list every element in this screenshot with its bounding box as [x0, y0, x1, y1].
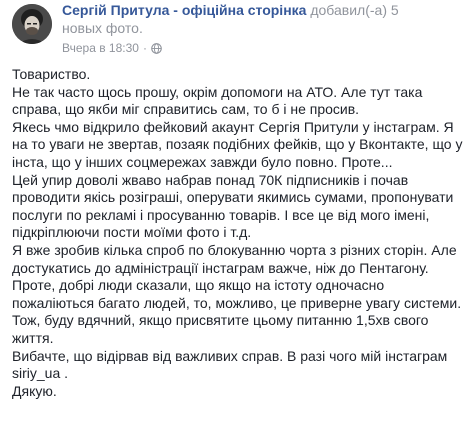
meta-separator: · — [142, 41, 147, 55]
post-body-line: достукатись до адміністрації інстаграм в… — [12, 259, 429, 276]
post-body-line: Товариство. — [12, 66, 91, 82]
post-body-line: справа, що якби міг справитись сам, то б… — [12, 101, 360, 118]
post-body-line: Якесь чмо відкрило фейковий акаунт Сергі… — [12, 118, 454, 135]
author-avatar[interactable] — [12, 4, 52, 44]
post-body-line: siriy_ua . — [12, 365, 69, 382]
post-header: Сергій Притула - офіційна сторінка добав… — [62, 1, 467, 37]
post-meta: Вчера в 18:30 · — [62, 41, 162, 55]
post-body-line: Дякую. — [12, 382, 57, 399]
globe-icon[interactable] — [151, 42, 162, 54]
post-body-line: життя. — [12, 329, 54, 346]
post-body-line: підкріплюючи пости моїми фото і т.д. — [12, 224, 252, 241]
post-body-line: Цей упир доволі жваво набрав понад 70К п… — [12, 171, 409, 188]
author-name-link[interactable]: Сергій Притула - офіційна сторінка — [62, 2, 306, 18]
post-body-line: Я вже зробив кілька спроб по блокуванню … — [12, 241, 457, 258]
facebook-post: Сергій Притула - офіційна сторінка добав… — [0, 0, 471, 428]
post-body-line: пожаліються багато людей, то, можливо, ц… — [12, 294, 462, 311]
post-body-line: Вибачте, що відірвав від важливих справ.… — [12, 347, 448, 364]
avatar-photo — [12, 4, 52, 44]
post-action-text-cont: новых фото. — [62, 20, 143, 36]
post-body-line: проводити якісь розіграші, оперувати яки… — [12, 189, 454, 206]
post-body-line: Тож, буду вдячний, якщо присвятите цьому… — [12, 312, 429, 329]
post-body-line: інста, що у інших соцмережах завжди було… — [12, 153, 393, 170]
post-body-line: на то уваги не звертав, позаяк подібних … — [12, 136, 463, 153]
post-body-line: Не так часто щось прошу, окрім допомоги … — [12, 83, 423, 100]
post-body-line: Проте, добрі люди сказали, що якщо на іс… — [12, 277, 385, 294]
post-timestamp[interactable]: Вчера в 18:30 — [62, 41, 139, 55]
post-body: Товариство. Не так часто щось прошу, окр… — [12, 66, 468, 400]
post-body-line: послуги по рекламі і просуванню товарів.… — [12, 206, 430, 223]
post-action-text: добавил(-а) 5 — [310, 2, 399, 18]
